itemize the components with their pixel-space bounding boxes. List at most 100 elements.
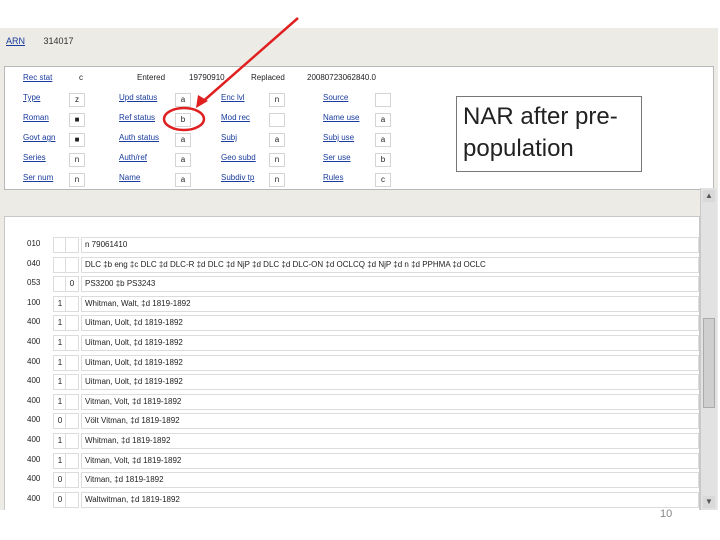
field-geo-subd-label[interactable]: Geo subd (221, 153, 256, 162)
field-tag[interactable]: 100 (27, 296, 53, 310)
indicator-2[interactable] (65, 472, 79, 489)
indicator-2[interactable] (65, 491, 79, 508)
field-series-label[interactable]: Series (23, 153, 46, 162)
scroll-down-icon[interactable]: ▼ (703, 496, 715, 508)
field-source-value[interactable] (375, 93, 391, 107)
field-content[interactable]: Uitman, Uolt, ‡d 1819-1892 (81, 335, 699, 351)
field-type-value[interactable]: z (69, 93, 85, 107)
field-subdiv-tp-value[interactable]: n (269, 173, 285, 187)
table-row[interactable]: 400 1 Vitman, Volt, ‡d 1819-1892 (27, 451, 699, 469)
field-auth-ref-label[interactable]: Auth/ref (119, 153, 147, 162)
field-ser-use-label[interactable]: Ser use (323, 153, 351, 162)
field-content[interactable]: Vitman, Volt, ‡d 1819-1892 (81, 452, 699, 469)
field-content[interactable]: Uitman, Uolt, ‡d 1819-1892 (81, 354, 699, 371)
field-content[interactable]: Uitman, Uolt, ‡d 1819-1892 (81, 315, 699, 332)
field-content[interactable]: Vitman, ‡d 1819-1892 (81, 472, 699, 489)
field-subdiv-tp-label[interactable]: Subdiv tp (221, 173, 254, 182)
field-subj-label[interactable]: Subj (221, 133, 237, 142)
field-upd-status-value[interactable]: a (175, 93, 191, 107)
field-tag[interactable]: 400 (27, 472, 53, 486)
field-content[interactable]: Uitman, Uolt, ‡d 1819-1892 (81, 374, 699, 391)
indicator-2[interactable] (65, 315, 79, 332)
field-tag[interactable]: 400 (27, 355, 53, 369)
field-source-label[interactable]: Source (323, 93, 348, 102)
field-type-label[interactable]: Type (23, 93, 40, 102)
field-govt-agn-label[interactable]: Govt agn (23, 133, 55, 142)
field-enc-lvl-label[interactable]: Enc lvl (221, 93, 245, 102)
arn-label[interactable]: ARN (6, 36, 25, 46)
field-subj-use-label[interactable]: Subj use (323, 133, 354, 142)
field-name-value[interactable]: a (175, 173, 191, 187)
scroll-up-icon[interactable]: ▲ (703, 190, 715, 202)
indicator-2[interactable]: 0 (65, 276, 79, 293)
field-tag[interactable]: 040 (27, 257, 53, 271)
field-content[interactable]: PS3200 ‡b PS3243 (81, 276, 699, 293)
field-auth-status-value[interactable]: a (175, 133, 191, 147)
field-tag[interactable]: 400 (27, 453, 53, 467)
field-subj-value[interactable]: a (269, 133, 285, 147)
table-row[interactable]: 400 0 Vitman, ‡d 1819-1892 (27, 470, 699, 489)
table-row[interactable]: 010 n 79061410 (27, 235, 699, 253)
field-name-use-label[interactable]: Name use (323, 113, 359, 122)
indicator-2[interactable] (65, 374, 79, 391)
field-tag[interactable]: 400 (27, 413, 53, 427)
field-content[interactable]: Whitman, ‡d 1819-1892 (81, 433, 699, 449)
field-ser-use-value[interactable]: b (375, 153, 391, 167)
field-roman-value[interactable]: ■ (69, 113, 85, 127)
field-mod-rec-label[interactable]: Mod rec (221, 113, 250, 122)
table-row[interactable]: 040 DLC ‡b eng ‡c DLC ‡d DLC-R ‡d DLC ‡d … (27, 255, 699, 273)
field-content[interactable]: Völt Vitman, ‡d 1819-1892 (81, 413, 699, 430)
indicator-2[interactable] (65, 433, 79, 449)
field-content[interactable]: n 79061410 (81, 237, 699, 253)
field-tag[interactable]: 400 (27, 374, 53, 388)
table-row[interactable]: 053 0 PS3200 ‡b PS3243 (27, 274, 699, 293)
field-content[interactable]: Vitman, Volt, ‡d 1819-1892 (81, 393, 699, 410)
field-content[interactable]: Whitman, Walt, ‡d 1819-1892 (81, 295, 699, 312)
field-govt-agn-value[interactable]: ■ (69, 133, 85, 147)
table-row[interactable]: 400 1 Uitman, Uolt, ‡d 1819-1892 (27, 353, 699, 371)
table-row[interactable]: 400 1 Uitman, Uolt, ‡d 1819-1892 (27, 313, 699, 332)
field-tag[interactable]: 400 (27, 394, 53, 408)
table-row[interactable]: 100 1 Whitman, Walt, ‡d 1819-1892 (27, 294, 699, 312)
table-row[interactable]: 400 1 Vitman, Volt, ‡d 1819-1892 (27, 392, 699, 410)
field-series-value[interactable]: n (69, 153, 85, 167)
indicator-2[interactable] (65, 335, 79, 351)
field-auth-ref-value[interactable]: a (175, 153, 191, 167)
table-row[interactable]: 4001Whitman, Walt, ‡d 1819-1892 (27, 509, 699, 510)
field-mod-rec-value[interactable] (269, 113, 285, 127)
field-name-label[interactable]: Name (119, 173, 140, 182)
field-subj-use-value[interactable]: a (375, 133, 391, 147)
indicator-2[interactable] (65, 354, 79, 371)
field-ser-num-label[interactable]: Ser num (23, 173, 53, 182)
table-row[interactable]: 400 1 Uitman, Uolt, ‡d 1819-1892 (27, 333, 699, 351)
field-rules-value[interactable]: c (375, 173, 391, 187)
indicator-2[interactable] (65, 393, 79, 410)
table-row[interactable]: 400 0 Völt Vitman, ‡d 1819-1892 (27, 411, 699, 430)
field-geo-subd-value[interactable]: n (269, 153, 285, 167)
indicator-2[interactable] (65, 413, 79, 430)
field-tag[interactable]: 053 (27, 276, 53, 290)
rec-stat-label[interactable]: Rec stat (23, 73, 52, 82)
indicator-2[interactable] (65, 256, 79, 273)
field-rules-label[interactable]: Rules (323, 173, 343, 182)
field-tag[interactable]: 400 (27, 315, 53, 329)
field-content[interactable]: Waltwitman, ‡d 1819-1892 (81, 491, 699, 508)
field-ref-status-label[interactable]: Ref status (119, 113, 155, 122)
vertical-scrollbar[interactable]: ▲ ▼ (700, 188, 717, 510)
scrollbar-thumb[interactable] (703, 318, 715, 408)
field-tag[interactable]: 400 (27, 335, 53, 349)
field-tag[interactable]: 010 (27, 237, 53, 251)
field-ser-num-value[interactable]: n (69, 173, 85, 187)
field-name-use-value[interactable]: a (375, 113, 391, 127)
table-row[interactable]: 400 1 Uitman, Uolt, ‡d 1819-1892 (27, 372, 699, 391)
field-ref-status-value[interactable]: b (175, 113, 191, 127)
indicator-2[interactable] (65, 452, 79, 469)
table-row[interactable]: 400 1 Whitman, ‡d 1819-1892 (27, 431, 699, 449)
field-roman-label[interactable]: Roman (23, 113, 49, 122)
field-upd-status-label[interactable]: Upd status (119, 93, 157, 102)
field-content[interactable]: DLC ‡b eng ‡c DLC ‡d DLC-R ‡d DLC ‡d NjP… (81, 256, 699, 273)
indicator-2[interactable] (65, 295, 79, 312)
field-auth-status-label[interactable]: Auth status (119, 133, 159, 142)
field-enc-lvl-value[interactable]: n (269, 93, 285, 107)
indicator-2[interactable] (65, 237, 79, 253)
